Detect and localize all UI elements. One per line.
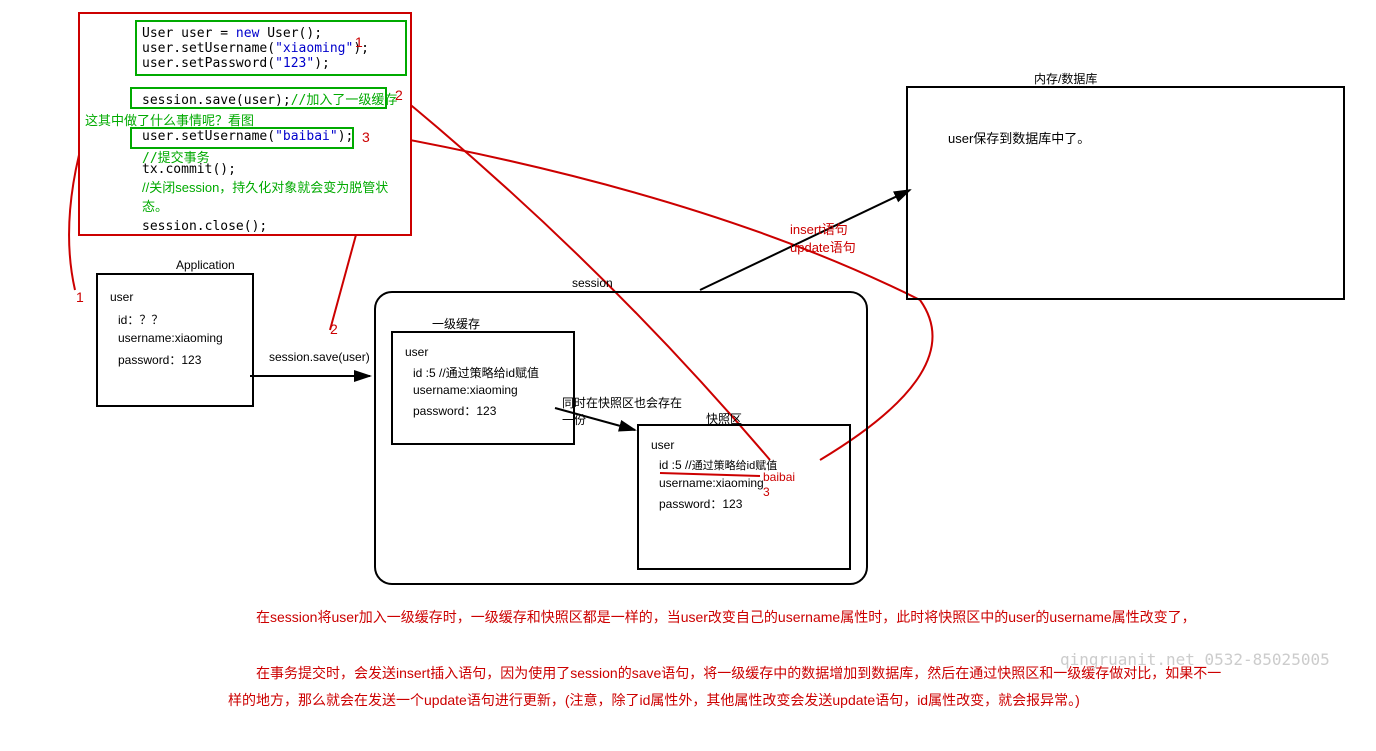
snap-user: user [651,438,674,452]
num-3: 3 [763,485,770,499]
code-block: User user = new User(); user.setUsername… [78,12,412,236]
code-comment-2: //关闭session，持久化对象就会变为脱管状态。 [142,177,400,215]
cache-id: id :5 //通过策略给id赋值 [413,364,539,381]
code-line-3: user.setPassword("123"); [142,56,330,71]
code-line-6: tx.commit(); [142,162,236,177]
code-line-7: session.close(); [142,219,267,234]
db-content: user保存到数据库中了。 [948,128,1090,147]
snap-password: password：123 [659,495,742,512]
arrow-label-save: session.save(user) [269,350,370,364]
app-username: username:xiaoming [118,331,223,345]
paragraph-1: 在session将user加入一级缓存时，一级缓存和快照区都是一样的，当user… [228,604,1228,631]
code-line-2: user.setUsername("xiaoming"); [142,41,369,56]
application-title: Application [176,258,235,272]
cache-username: username:xiaoming [413,383,518,397]
watermark: qingruanit.net 0532-85025005 [1060,650,1330,669]
snapshot-box: user id :5 //通过策略给id赋值 username:xiaoming… [637,424,851,570]
code-mark-3: 3 [362,129,370,145]
snap-username: username:xiaoming [659,476,764,490]
app-id: id：？？ [118,311,163,328]
code-mark-2: 2 [395,87,403,103]
mid-note: 同时在快照区也会存在一份 [562,394,682,428]
app-password: password：123 [118,351,201,368]
db-insert: insert语句 [790,219,848,238]
baibai-label: baibai [763,470,795,484]
session-title: session [572,276,613,290]
cache-box: user id :5 //通过策略给id赋值 username:xiaoming… [391,331,575,445]
cache-title: 一级缓存 [432,315,480,332]
db-title: 内存/数据库 [1034,70,1097,87]
session-box: 一级缓存 user id :5 //通过策略给id赋值 username:xia… [374,291,868,585]
code-line-5: user.setUsername("baibai"); [142,129,353,144]
num-2: 2 [330,321,338,337]
code-mark-1: 1 [355,34,363,50]
code-line-4: session.save(user);//加入了一级缓存 [142,89,397,108]
cache-password: password：123 [413,402,496,419]
application-box: user id：？？ username:xiaoming password：12… [96,273,254,407]
code-line-1: User user = new User(); [142,26,322,41]
app-user: user [110,290,133,304]
cache-user: user [405,345,428,359]
num-1: 1 [76,289,84,305]
db-box: user保存到数据库中了。 [906,86,1345,300]
snap-id: id :5 //通过策略给id赋值 [659,457,777,473]
db-update: update语句 [790,237,856,256]
